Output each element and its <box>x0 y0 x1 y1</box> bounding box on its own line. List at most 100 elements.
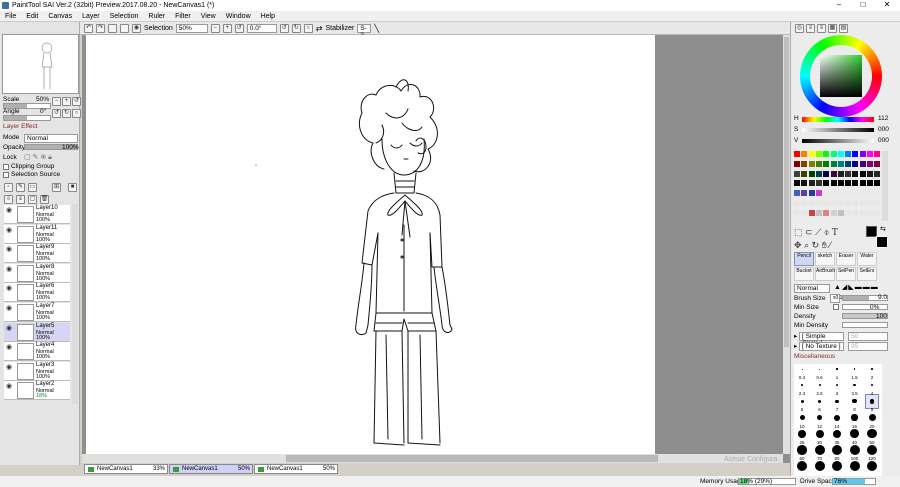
color-swatch[interactable] <box>867 200 873 206</box>
color-swatch[interactable] <box>852 209 859 216</box>
brush-size-dot[interactable] <box>801 384 803 387</box>
brush-size-dot[interactable] <box>834 414 840 421</box>
swap-colors-icon[interactable]: ⇆ <box>880 225 886 233</box>
color-swatch[interactable] <box>815 190 822 197</box>
color-swatch[interactable] <box>815 200 822 206</box>
color-swatch[interactable] <box>808 151 815 157</box>
hand-icon[interactable]: ✋︎ <box>822 240 827 250</box>
color-swatch[interactable] <box>867 151 873 157</box>
saturation-slider[interactable] <box>802 128 874 132</box>
color-swatch[interactable] <box>837 180 844 187</box>
layer-row[interactable]: ◉ Layer3 Normal 100% <box>4 361 70 381</box>
color-swatch[interactable] <box>859 170 866 177</box>
color-swatch[interactable] <box>794 190 800 197</box>
angle-slider[interactable] <box>3 115 51 121</box>
color-swatch[interactable] <box>823 180 830 187</box>
brush-size-dot[interactable] <box>850 429 859 439</box>
visibility-eye-icon[interactable]: ◉ <box>6 325 15 332</box>
swatch-scrollbar[interactable] <box>882 151 888 221</box>
maximize-button[interactable]: □ <box>852 0 874 11</box>
color-swatch[interactable] <box>815 209 822 216</box>
tool-airbrush[interactable]: AirBrush <box>815 267 835 281</box>
color-swatch[interactable] <box>823 190 830 197</box>
color-swatch[interactable] <box>808 180 815 187</box>
tool-selpen[interactable]: SelPen <box>836 267 856 281</box>
color-swatch[interactable] <box>837 160 844 167</box>
value-slider[interactable] <box>802 139 874 143</box>
horizontal-scroll-thumb[interactable] <box>286 455 658 462</box>
visibility-eye-icon[interactable]: ◉ <box>6 383 15 390</box>
redo-button[interactable]: ↷ <box>96 23 105 33</box>
color-swatch[interactable] <box>823 151 830 157</box>
color-swatch[interactable] <box>801 200 808 206</box>
brush-size-dot[interactable] <box>870 383 874 387</box>
color-swatch[interactable] <box>830 209 837 216</box>
visibility-eye-icon[interactable]: ◉ <box>6 364 15 371</box>
merge-down-button[interactable]: ⇓ <box>16 195 25 204</box>
color-swatch[interactable] <box>845 209 852 216</box>
visibility-eye-icon[interactable]: ◉ <box>6 285 15 292</box>
color-swatch[interactable] <box>852 180 859 187</box>
brush-size-dot[interactable] <box>800 399 804 403</box>
color-swatch[interactable] <box>823 170 830 177</box>
brush-size-dot[interactable] <box>799 415 805 421</box>
menu-window[interactable]: Window <box>221 11 256 21</box>
color-swatch[interactable] <box>794 200 800 206</box>
zoom-reset-button[interactable]: ↺ <box>234 23 244 33</box>
eyedropper-icon[interactable]: ⁄ <box>829 240 831 250</box>
color-swatch[interactable] <box>808 209 815 216</box>
brush-size-dot[interactable] <box>853 384 856 387</box>
layer-row[interactable]: ◉ Layer8 Normal 100% <box>4 263 70 283</box>
color-swatch[interactable] <box>815 160 822 167</box>
color-swatch[interactable] <box>852 190 859 197</box>
color-swatch[interactable] <box>830 160 837 167</box>
menu-file[interactable]: File <box>0 11 21 21</box>
menu-filter[interactable]: Filter <box>170 11 196 21</box>
color-swatch[interactable] <box>852 170 859 177</box>
color-swatch[interactable] <box>830 151 837 157</box>
canvas-tab-1[interactable]: NewCanvas1 33% <box>84 464 168 474</box>
color-swatch[interactable] <box>874 200 881 206</box>
brush-size-dot[interactable] <box>867 461 877 472</box>
color-swatch[interactable] <box>874 180 881 187</box>
brush-size-dot[interactable] <box>832 461 842 472</box>
canvas-tab-3[interactable]: NewCanvas1 50% <box>254 464 338 474</box>
color-swatch[interactable] <box>867 160 873 167</box>
texture-expander-icon[interactable]: ▸ <box>794 342 797 350</box>
select-rect-icon[interactable]: ⬚ <box>794 227 803 237</box>
color-swatch[interactable] <box>859 200 866 206</box>
color-swatch[interactable] <box>859 180 866 187</box>
zoom-in-button[interactable]: + <box>222 23 232 33</box>
color-swatch[interactable] <box>830 170 837 177</box>
hsv-slider-tab-icon[interactable]: ≡ <box>817 24 826 33</box>
zoom-field[interactable]: 50% <box>175 23 208 33</box>
brush-texture-value[interactable]: 95 <box>848 342 888 351</box>
clear-layer-button[interactable]: ▢ <box>28 195 37 204</box>
visibility-eye-icon[interactable]: ◉ <box>6 344 15 351</box>
rotate-icon[interactable]: ↻ <box>812 240 820 250</box>
tool-eraser[interactable]: Eraser <box>836 252 856 266</box>
brush-size-dot[interactable] <box>832 429 842 438</box>
brush-blend-mode-select[interactable]: Normal <box>794 284 830 293</box>
magic-wand-icon[interactable]: ⟋ <box>815 227 821 237</box>
new-layer-button[interactable]: ▫ <box>4 183 13 192</box>
invert-selection-button[interactable] <box>120 23 129 33</box>
brush-size-dot[interactable] <box>832 445 842 455</box>
color-swatches[interactable] <box>794 151 882 221</box>
brush-size-dot[interactable] <box>871 368 873 370</box>
tool-bucket[interactable]: Bucket <box>794 267 814 281</box>
scratchpad-tab-icon[interactable]: ▤ <box>839 24 848 33</box>
color-swatch[interactable] <box>867 170 873 177</box>
tool-selers[interactable]: SelErs <box>857 267 877 281</box>
color-swatch[interactable] <box>794 170 800 177</box>
brush-size-dot[interactable] <box>849 445 860 455</box>
layer-row[interactable]: ◉ Layer4 Normal 100% <box>4 342 70 362</box>
visibility-eye-icon[interactable]: ◉ <box>6 227 15 234</box>
layer-fill-button[interactable]: ■ <box>68 183 77 192</box>
scale-reset-button[interactable]: ↺ <box>72 97 81 106</box>
color-swatch[interactable] <box>830 200 837 206</box>
color-swatch[interactable] <box>801 151 808 157</box>
color-swatch[interactable] <box>815 151 822 157</box>
close-button[interactable]: ✕ <box>876 0 898 11</box>
brush-size-dot[interactable] <box>867 429 877 439</box>
